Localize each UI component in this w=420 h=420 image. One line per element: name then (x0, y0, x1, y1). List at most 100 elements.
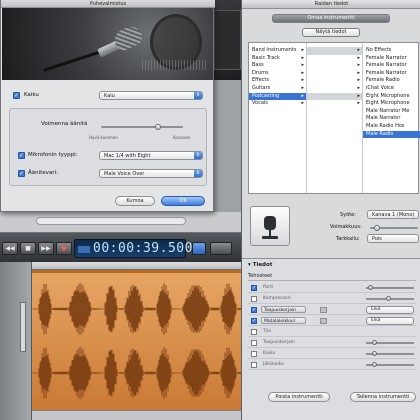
effect-checkbox[interactable] (251, 340, 257, 346)
preset-item[interactable]: Female Narrator (363, 70, 420, 78)
preset-item[interactable]: Female Narrator (363, 55, 420, 63)
speech-enhancement-dialog: Puhevalmistus ✓ Kaiku Kaiu ⇕ Voimenna ää… (0, 0, 215, 212)
effect-preset-popup[interactable]: Eikä (366, 317, 414, 325)
time-readout: 00:00:39.500 (93, 241, 193, 256)
enhance-popup[interactable]: Male Voice Over ⇕ (99, 169, 203, 178)
cancel-button[interactable]: Kumoa (115, 196, 155, 206)
volume-label: Voimakkuus: (330, 224, 362, 230)
subcategory-item[interactable]: ▸ (307, 70, 362, 78)
audio-region[interactable] (32, 270, 241, 410)
metronome-button[interactable] (210, 242, 232, 255)
preset-item[interactable]: Female Narrator (363, 62, 420, 70)
effect-row[interactable]: ✓ Porti (248, 283, 416, 293)
preset-item[interactable]: Male Narrator (363, 115, 420, 123)
show-details-button[interactable]: Näytä tiedot (302, 28, 360, 37)
subcategory-item[interactable]: ▸ (307, 77, 362, 85)
preset-item[interactable]: No Effects (363, 47, 420, 55)
effect-checkbox[interactable]: ✓ (251, 318, 257, 324)
preset-item[interactable]: Eight Microphone (363, 93, 420, 101)
instrument-browser: Band Instruments ▸ Basic Track ▸ Bass ▸ Dru… (248, 42, 420, 194)
input-label: Syöte: (340, 212, 356, 218)
clock-mode-icon[interactable] (78, 246, 90, 253)
volume-slider-track[interactable] (101, 126, 183, 128)
effect-row[interactable]: Taajuuskorjain (248, 338, 416, 348)
effect-row[interactable]: ✓ Taajuuskorjain Eikä (248, 305, 416, 315)
effect-checkbox[interactable] (251, 351, 257, 357)
subcategory-item[interactable]: ▸ (307, 55, 362, 63)
effect-row[interactable]: Kaiku (248, 349, 416, 359)
effect-preset-popup[interactable]: Eikä (366, 306, 414, 314)
preset-item[interactable]: Male Narrator Me (363, 108, 420, 116)
reverb-popup[interactable]: Kaiu ⇕ (99, 91, 203, 100)
effect-slider[interactable] (366, 296, 414, 301)
main-window: ◀◀ ■ ▶▶ ● 00:00:39.500 Puhevalmistus ✓ K… (0, 0, 241, 420)
fast-forward-button[interactable]: ▶▶ (38, 242, 54, 255)
category-item[interactable]: Bass ▸ (249, 62, 306, 70)
effect-checkbox[interactable] (251, 296, 257, 302)
subcategory-column: ▸ ▸ ▸ ▸ ▸ ▸ ▸ ▸ (307, 43, 363, 193)
ok-button[interactable]: OK (161, 196, 205, 206)
effect-checkbox[interactable] (251, 362, 257, 368)
track-area (0, 262, 241, 420)
effect-name: Taajuuskorjain (263, 340, 295, 345)
effect-name[interactable]: Matalaleikkuri (261, 317, 306, 324)
mic-type-popup[interactable]: Mac 1/4 with Eight ⇕ (99, 151, 203, 160)
category-item[interactable]: Band Instruments ▸ (249, 47, 306, 55)
preset-item[interactable]: Female Radio (363, 77, 420, 85)
save-instrument-button[interactable]: Tallenna instrumentti (350, 392, 416, 402)
record-button[interactable]: ● (56, 242, 72, 255)
volume-label: Voimenna äänitä (41, 121, 88, 127)
edit-icon[interactable] (320, 307, 327, 313)
category-item[interactable]: Vocals ▸ (249, 100, 306, 108)
effect-name[interactable]: Taajuuskorjain (261, 306, 306, 313)
input-popup[interactable]: Kanava 1 (Mono) (367, 210, 419, 219)
subcategory-item[interactable]: ▸ (307, 85, 362, 93)
monitor-popup[interactable]: Pois (367, 234, 419, 243)
track-header[interactable] (0, 262, 32, 420)
effect-row[interactable]: ✓ Matalaleikkuri Eikä (248, 316, 416, 326)
effect-slider[interactable] (366, 362, 414, 367)
edit-icon[interactable] (320, 318, 327, 324)
track-volume-knob[interactable] (374, 225, 380, 231)
instrument-icon-well[interactable] (250, 206, 290, 246)
effect-slider[interactable] (366, 340, 414, 345)
window-title: Raidan tiedot (242, 0, 420, 9)
transport-bar: ◀◀ ■ ▶▶ ● 00:00:39.500 (0, 232, 241, 262)
category-item[interactable]: Basic Track ▸ (249, 55, 306, 63)
category-item[interactable]: Effects ▸ (249, 77, 306, 85)
effect-checkbox[interactable] (251, 329, 257, 335)
subcategory-item[interactable]: ▸ (307, 92, 362, 101)
effect-row[interactable]: Tila (248, 327, 416, 337)
track-scrollbar[interactable] (32, 410, 241, 420)
preset-item[interactable]: iChat Voice (363, 85, 420, 93)
category-item-selected[interactable]: Podcasting ▸ (249, 92, 306, 101)
effect-checkbox[interactable]: ✓ (251, 285, 257, 291)
effect-slider[interactable] (366, 285, 414, 290)
effect-row[interactable]: Jälkikaiku (248, 360, 416, 370)
category-item[interactable]: Drums ▸ (249, 70, 306, 78)
enhance-checkbox[interactable]: ✓ (18, 170, 25, 177)
details-disclosure[interactable]: ▾ Tiedot (248, 262, 272, 268)
timeline-ruler[interactable] (32, 262, 241, 270)
preset-item[interactable]: Eight Microphone (363, 100, 420, 108)
delete-instrument-button[interactable]: Poista instrumentti (268, 392, 330, 402)
subcategory-item[interactable]: ▸ (307, 62, 362, 70)
reverb-checkbox[interactable]: ✓ (13, 92, 20, 99)
time-display: 00:00:39.500 (74, 239, 192, 258)
cycle-button[interactable] (192, 242, 206, 255)
horizontal-scrollbar[interactable] (36, 217, 186, 225)
subcategory-item[interactable]: ▸ (307, 100, 362, 108)
track-volume-slider[interactable] (20, 302, 26, 352)
effect-row[interactable]: Kompressori (248, 294, 416, 304)
stop-button[interactable]: ■ (20, 242, 36, 255)
subcategory-item[interactable]: ▸ (307, 47, 362, 55)
effect-checkbox[interactable]: ✓ (251, 307, 257, 313)
rewind-button[interactable]: ◀◀ (2, 242, 18, 255)
preset-item-selected[interactable]: Male Radio (363, 130, 420, 139)
mic-type-value: Mac 1/4 with Eight (104, 153, 151, 159)
preset-item[interactable]: Male Radio Hos (363, 123, 420, 131)
software-instrument-tab[interactable]: Omaa instrumentti (272, 14, 390, 23)
category-item[interactable]: Guitars ▸ (249, 85, 306, 93)
mic-type-checkbox[interactable]: ✓ (18, 152, 25, 159)
effect-slider[interactable] (366, 351, 414, 356)
